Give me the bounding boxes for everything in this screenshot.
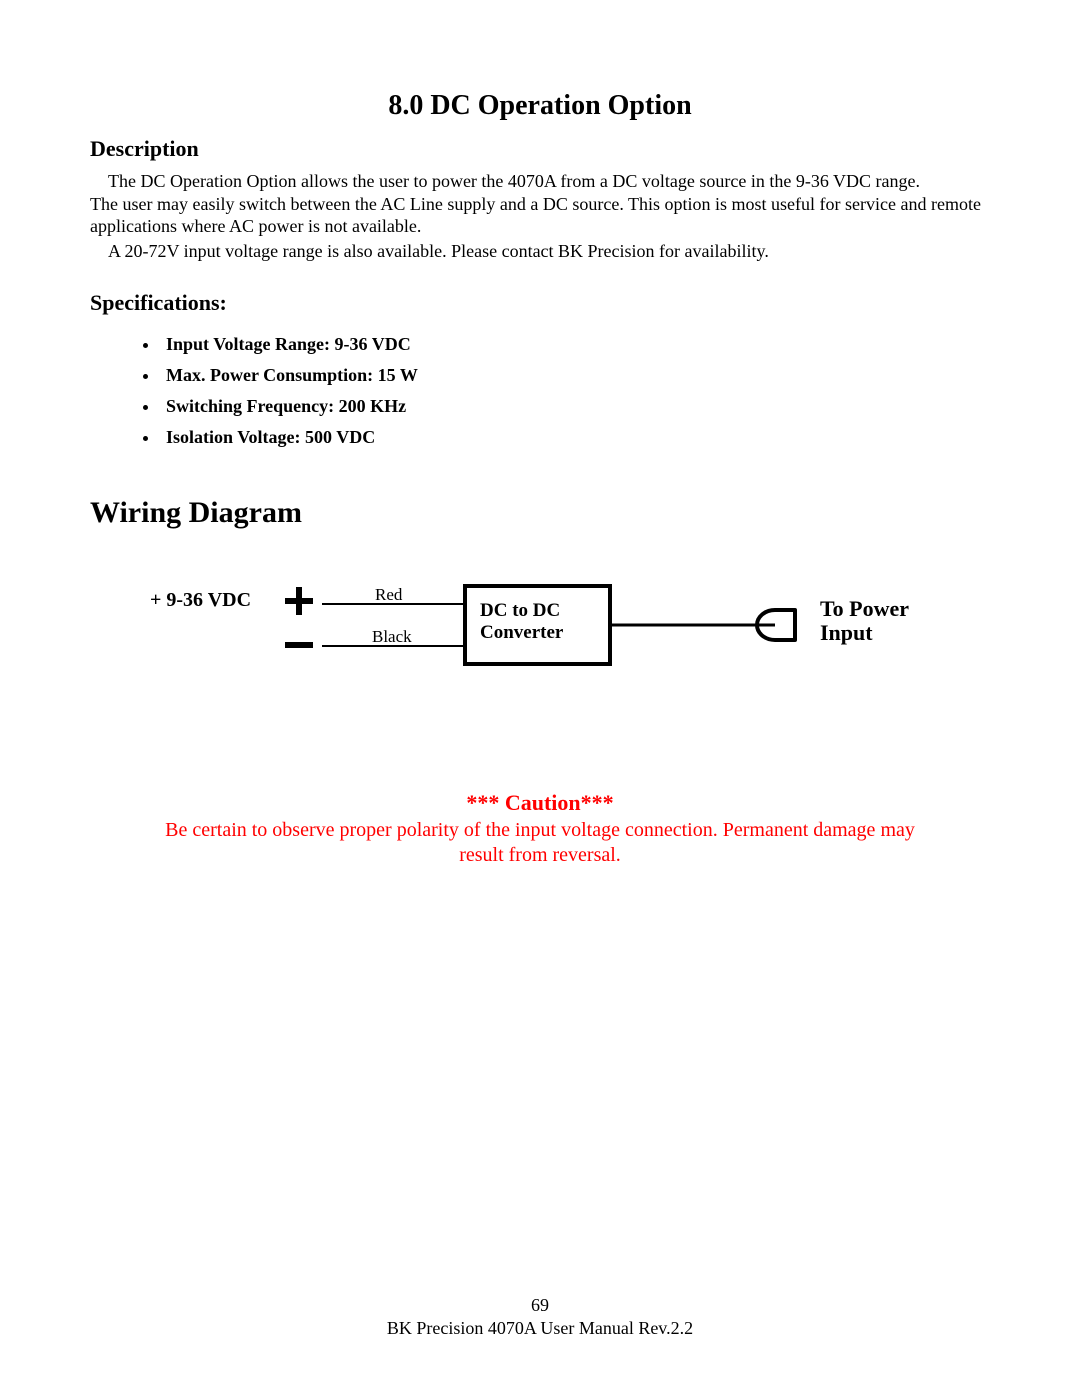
minus-icon bbox=[285, 642, 313, 648]
specifications-heading: Specifications: bbox=[90, 290, 990, 316]
page-title: 8.0 DC Operation Option bbox=[90, 90, 990, 122]
description-para1: The DC Operation Option allows the user … bbox=[90, 170, 990, 193]
wiring-diagram-heading: Wiring Diagram bbox=[90, 496, 990, 530]
input-voltage-label: + 9-36 VDC bbox=[150, 589, 251, 611]
converter-label-line1: DC to DC bbox=[480, 600, 560, 621]
page-number: 69 bbox=[0, 1294, 1080, 1317]
wiring-diagram: + 9-36 VDC Red Black DC to DC Converter bbox=[90, 560, 990, 710]
spec-item: Isolation Voltage: 500 VDC bbox=[160, 427, 990, 448]
wiring-diagram-svg: + 9-36 VDC Red Black DC to DC Converter bbox=[90, 560, 970, 710]
description-body: The DC Operation Option allows the user … bbox=[90, 170, 990, 262]
caution-body: Be certain to observe proper polarity of… bbox=[150, 818, 930, 868]
doc-id: BK Precision 4070A User Manual Rev.2.2 bbox=[0, 1317, 1080, 1340]
converter-label-line2: Converter bbox=[480, 622, 564, 643]
spec-item: Max. Power Consumption: 15 W bbox=[160, 365, 990, 386]
spec-item: Switching Frequency: 200 KHz bbox=[160, 396, 990, 417]
description-para3: A 20-72V input voltage range is also ava… bbox=[90, 240, 990, 263]
plus-icon bbox=[285, 587, 313, 615]
spec-item: Input Voltage Range: 9-36 VDC bbox=[160, 334, 990, 355]
output-label-line2: Input bbox=[820, 620, 873, 645]
specifications-list: Input Voltage Range: 9-36 VDC Max. Power… bbox=[160, 334, 990, 448]
document-page: 8.0 DC Operation Option Description The … bbox=[0, 0, 1080, 1397]
description-para2: The user may easily switch between the A… bbox=[90, 193, 990, 238]
output-label-line1: To Power bbox=[820, 596, 909, 621]
caution-title: *** Caution*** bbox=[90, 790, 990, 816]
description-heading: Description bbox=[90, 136, 990, 162]
black-wire-label: Black bbox=[372, 627, 412, 646]
page-footer: 69 BK Precision 4070A User Manual Rev.2.… bbox=[0, 1294, 1080, 1339]
red-wire-label: Red bbox=[375, 585, 403, 604]
caution-block: *** Caution*** Be certain to observe pro… bbox=[90, 790, 990, 868]
